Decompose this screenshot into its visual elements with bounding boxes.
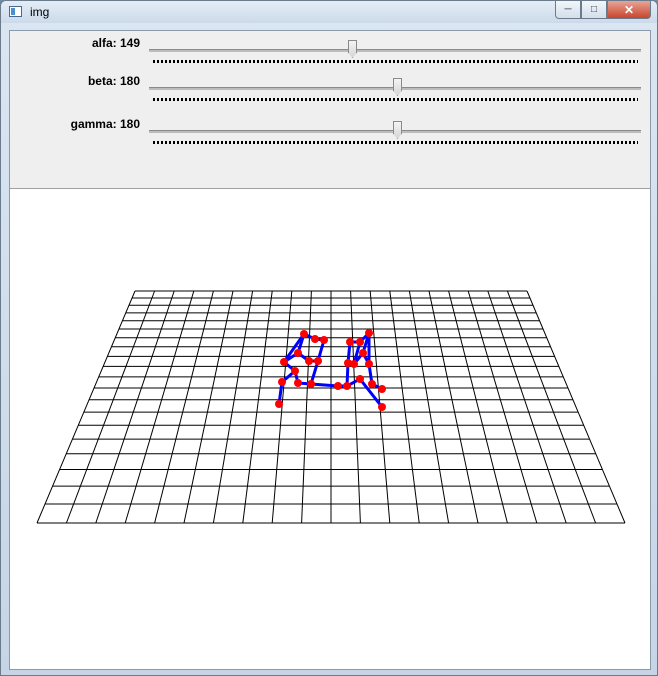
trackbar-beta-ticks — [153, 98, 638, 101]
trackbar-beta: beta: 180 — [10, 74, 650, 104]
maximize-button[interactable]: □ — [581, 1, 607, 19]
trackbar-gamma-ticks — [153, 141, 638, 144]
skeleton-joint — [307, 380, 315, 388]
skeleton-joint — [311, 335, 319, 343]
trackbar-alfa-track[interactable] — [149, 49, 641, 52]
skeleton-joint — [365, 360, 373, 368]
trackbar-alfa-ticks — [153, 60, 638, 63]
trackbar-gamma-label: gamma: 180 — [70, 117, 140, 131]
skeleton-joint — [320, 336, 328, 344]
skeleton-joint — [359, 349, 367, 357]
grid-col-line — [183, 290, 234, 524]
window-controls: ─ □ ✕ — [555, 1, 651, 19]
scene-svg — [36, 290, 626, 524]
skeleton-joint — [278, 378, 286, 386]
skeleton-joint — [343, 382, 351, 390]
close-icon: ✕ — [623, 2, 635, 17]
minimize-icon: ─ — [564, 4, 572, 15]
skeleton-joint — [350, 360, 358, 368]
skeleton-bone — [309, 382, 340, 388]
grid-col-line — [301, 290, 312, 524]
skeleton-joint — [294, 349, 302, 357]
grid-col-line — [428, 290, 479, 524]
skeleton-joint — [334, 382, 342, 390]
floor-grid — [36, 290, 626, 524]
grid-col-line — [271, 290, 293, 524]
render-canvas[interactable] — [10, 189, 650, 669]
grid-col-line — [350, 290, 361, 524]
skeleton-joint — [346, 338, 354, 346]
skeleton-joint — [314, 357, 322, 365]
skeleton-joint — [291, 367, 299, 375]
skeleton-joint — [356, 375, 364, 383]
skeleton-joint — [356, 338, 364, 346]
trackbar-gamma: gamma: 180 — [10, 117, 650, 147]
maximize-icon: □ — [590, 4, 598, 15]
trackbar-alfa-label: alfa: 149 — [91, 36, 140, 50]
trackbar-alfa-thumb[interactable] — [348, 40, 357, 58]
minimize-button[interactable]: ─ — [555, 1, 581, 19]
trackbar-gamma-thumb[interactable] — [393, 121, 402, 139]
skeleton-joint — [368, 380, 376, 388]
skeleton-joint — [305, 357, 313, 365]
skeleton-joint — [378, 385, 386, 393]
skeleton-joint — [378, 403, 386, 411]
skeleton-joint — [365, 329, 373, 337]
skeleton-joint — [280, 358, 288, 366]
close-button[interactable]: ✕ — [607, 1, 651, 19]
grid-col-line — [506, 290, 597, 524]
skeleton-joint — [275, 400, 283, 408]
app-window: img ─ □ ✕ alfa: 149 beta: 180 gamma: 180 — [0, 0, 658, 676]
trackbar-alfa: alfa: 149 — [10, 36, 650, 66]
skeleton-joint — [294, 379, 302, 387]
skeleton-joint — [300, 330, 308, 338]
grid-col-line — [526, 290, 626, 524]
grid-col-line — [65, 290, 156, 524]
window-title: img — [30, 5, 50, 19]
trackbar-beta-label: beta: 180 — [87, 74, 140, 88]
title-bar[interactable]: img ─ □ ✕ — [1, 1, 657, 23]
grid-col-line — [36, 290, 136, 524]
trackbar-beta-thumb[interactable] — [393, 78, 402, 96]
trackbar-panel: alfa: 149 beta: 180 gamma: 180 — [10, 31, 650, 189]
client-area: alfa: 149 beta: 180 gamma: 180 — [9, 30, 651, 670]
app-icon — [9, 6, 22, 17]
